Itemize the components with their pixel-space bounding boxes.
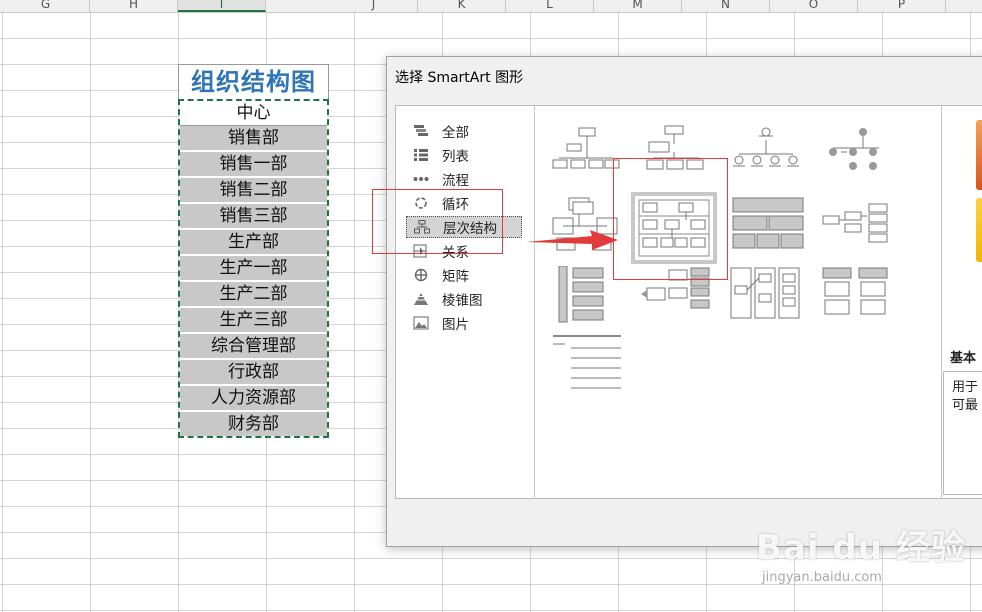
title-cell[interactable]: 组织结构图 xyxy=(178,64,329,99)
red-arrow xyxy=(526,230,618,250)
preview-swatch-yellow xyxy=(976,198,982,262)
category-label: 流程 xyxy=(442,173,469,189)
pyramid-icon xyxy=(412,291,430,307)
list-cell[interactable]: 生产三部 xyxy=(180,308,327,334)
layout-org-chart[interactable] xyxy=(549,124,623,186)
list-cell[interactable]: 行政部 xyxy=(180,360,327,386)
preview-description-line: 可最 xyxy=(952,398,979,413)
category-label: 列表 xyxy=(442,149,469,165)
layout-lined-list[interactable] xyxy=(549,334,623,396)
category-all[interactable]: 全部 xyxy=(406,120,522,142)
category-label: 全部 xyxy=(442,125,469,141)
dialog-title: 选择 SmartArt 图形 xyxy=(395,70,524,86)
category-list-item[interactable]: 列表 xyxy=(406,144,522,166)
list-cell[interactable]: 销售三部 xyxy=(180,204,327,230)
column-header-j[interactable]: J xyxy=(330,0,418,12)
column-header-o[interactable]: O xyxy=(770,0,858,12)
baidu-watermark: Bai du 经验 jingyan.baidu.com xyxy=(756,500,976,600)
layout-list-hierarchy[interactable] xyxy=(729,266,803,328)
layout-gallery xyxy=(535,106,941,498)
layout-horizontal-hierarchy[interactable] xyxy=(821,202,895,264)
preview-description-box: 用于 可最 xyxy=(943,371,982,495)
column-header-l[interactable]: L xyxy=(506,0,594,12)
list-cell[interactable]: 财务部 xyxy=(180,412,327,436)
column-header-bar: G H I J K L M N O P xyxy=(0,0,982,13)
list-cell[interactable]: 生产一部 xyxy=(180,256,327,282)
process-icon xyxy=(412,171,430,187)
selected-range[interactable]: 中心 销售部 销售一部 销售二部 销售三部 生产部 生产一部 生产二部 生产三部… xyxy=(178,99,329,438)
column-header-n[interactable]: N xyxy=(682,0,770,12)
list-cell[interactable]: 综合管理部 xyxy=(180,334,327,360)
layout-circle-org[interactable] xyxy=(729,124,803,186)
list-cell[interactable]: 生产部 xyxy=(180,230,327,256)
column-header-p[interactable]: P xyxy=(858,0,946,12)
highlight-box-layout xyxy=(613,158,728,280)
matrix-icon xyxy=(412,267,430,283)
category-label: 矩阵 xyxy=(442,269,469,285)
picture-icon xyxy=(412,315,430,331)
category-label: 棱锥图 xyxy=(442,293,483,309)
category-pyramid[interactable]: 棱锥图 xyxy=(406,288,522,310)
list-cell[interactable]: 销售一部 xyxy=(180,152,327,178)
column-header-g[interactable]: G xyxy=(2,0,90,12)
list-cell[interactable]: 销售部 xyxy=(180,126,327,152)
preview-title: 基本 xyxy=(950,351,977,366)
category-label: 图片 xyxy=(442,317,469,333)
category-list: 全部 列表 流程 循环 层次结构 关系 矩阵 棱锥图 图片 xyxy=(396,106,535,498)
list-cell[interactable]: 生产二部 xyxy=(180,282,327,308)
highlight-box-category xyxy=(372,189,503,254)
watermark-url: jingyan.baidu.com xyxy=(762,570,882,585)
layout-vertical-bracket[interactable] xyxy=(549,266,623,328)
column-header-h[interactable]: H xyxy=(90,0,178,12)
org-data-block: 组织结构图 中心 销售部 销售一部 销售二部 销售三部 生产部 生产一部 生产二… xyxy=(178,64,329,438)
smartart-dialog: 选择 SmartArt 图形 全部 列表 流程 循环 层次结构 关系 矩阵 棱锥… xyxy=(386,56,982,547)
list-cell[interactable]: 中心 xyxy=(180,101,327,126)
list-icon xyxy=(412,147,430,163)
category-matrix[interactable]: 矩阵 xyxy=(406,264,522,286)
category-picture[interactable]: 图片 xyxy=(406,312,522,334)
column-header-m[interactable]: M xyxy=(594,0,682,12)
watermark-logo: Bai du 经验 xyxy=(756,528,966,568)
layout-circle-picture-hierarchy[interactable] xyxy=(819,124,893,186)
preview-swatch-orange xyxy=(976,120,982,190)
list-cell[interactable]: 销售二部 xyxy=(180,178,327,204)
column-header-k[interactable]: K xyxy=(418,0,506,12)
column-header-i[interactable]: I xyxy=(178,0,266,12)
preview-description-line: 用于 xyxy=(952,380,979,395)
all-icon xyxy=(412,123,430,139)
layout-table-hierarchy[interactable] xyxy=(731,196,805,258)
list-cell[interactable]: 人力资源部 xyxy=(180,386,327,412)
category-process[interactable]: 流程 xyxy=(406,168,522,190)
layout-grouped-hierarchy[interactable] xyxy=(819,266,893,328)
